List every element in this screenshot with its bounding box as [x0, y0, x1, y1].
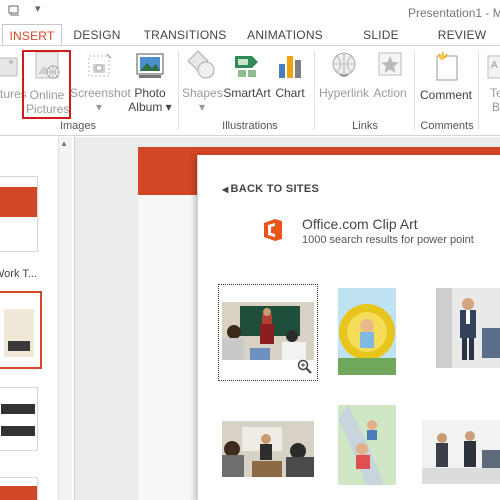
thumbnail-section-label: Work T... — [0, 268, 37, 280]
photo-album-button[interactable]: Photo Album ▾ — [127, 50, 173, 114]
chart-label: Chart — [275, 86, 305, 100]
hyperlink-label: Hyperlink — [318, 86, 369, 100]
window-title: Presentation1 - Mi — [408, 6, 500, 20]
smartart-button[interactable]: SmartArt — [222, 50, 272, 100]
photo-album-icon — [127, 50, 173, 83]
pictures-button[interactable]: ctures — [0, 50, 27, 101]
hyperlink-icon — [318, 50, 370, 83]
tab-design[interactable]: DESIGN — [68, 24, 126, 46]
quick-access-dropdown-icon[interactable]: ▾ — [35, 2, 41, 15]
zoom-magnifier-icon[interactable] — [297, 359, 313, 380]
shapes-icon — [182, 50, 222, 83]
slide-thumbnail[interactable] — [0, 477, 38, 500]
thumbnail-image — [1, 404, 35, 414]
thumbnail-title-bar — [0, 187, 37, 217]
action-button[interactable]: Action — [370, 50, 410, 100]
group-label-illustrations: Illustrations — [222, 120, 278, 132]
powerpoint-window: { "window": { "title": "Presentation1 - … — [0, 0, 500, 500]
tab-transitions[interactable]: TRANSITIONS — [140, 24, 230, 46]
svg-text:A: A — [491, 60, 498, 71]
clip-art-source-title: Office.com Clip Art — [302, 216, 418, 232]
action-label: Action — [373, 86, 407, 100]
photo-album-dropdown-icon[interactable]: ▾ — [166, 100, 172, 114]
comment-label: Comment — [419, 88, 472, 102]
chart-icon — [272, 50, 308, 83]
slide-thumbnail[interactable] — [0, 176, 38, 252]
text-box-icon: A — [486, 50, 500, 83]
thumbnail-scrollbar[interactable] — [58, 137, 72, 500]
action-star-icon — [370, 50, 410, 83]
ribbon-tabs: INSERT DESIGN TRANSITIONS ANIMATIONS SLI… — [0, 24, 500, 64]
thumbnail-image — [1, 426, 35, 436]
thumbnail-image — [8, 341, 30, 351]
hyperlink-button[interactable]: Hyperlink — [318, 50, 370, 100]
shapes-label: Shapes — [182, 86, 223, 100]
back-arrow-icon: ◀ — [222, 185, 229, 194]
group-label-images: Images — [59, 120, 97, 132]
comment-icon — [418, 50, 474, 85]
online-pictures-highlight — [22, 50, 71, 119]
clip-art-result-child-tube[interactable] — [338, 288, 396, 375]
group-separator — [414, 52, 415, 130]
group-separator — [178, 52, 179, 130]
screenshot-button[interactable]: Screenshot ▾ — [70, 50, 131, 114]
slide-thumbnail-selected[interactable] — [0, 291, 42, 369]
ribbon: ctures Online Pictures Screenshot ▾ Phot… — [0, 46, 500, 136]
slide-thumbnail[interactable] — [0, 387, 38, 451]
clip-art-result-slide[interactable] — [338, 405, 396, 485]
screenshot-dropdown-icon[interactable]: ▾ — [70, 100, 128, 114]
text-box-label-line1: Te — [490, 86, 500, 100]
smartart-icon — [222, 50, 272, 83]
tab-slide-show[interactable]: SLIDE SHOW — [344, 24, 418, 64]
tab-animations[interactable]: ANIMATIONS — [246, 24, 324, 46]
text-box-label-line2: B — [492, 100, 500, 114]
back-to-sites-label: BACK TO SITES — [230, 183, 320, 195]
shapes-dropdown-icon[interactable]: ▾ — [182, 100, 222, 114]
group-label-links: Links — [352, 120, 378, 132]
back-to-sites-link[interactable]: ◀ BACK TO SITES — [222, 183, 319, 195]
comment-button[interactable]: Comment — [418, 50, 474, 102]
clip-art-result-presenter[interactable] — [436, 288, 500, 368]
group-separator — [314, 52, 315, 130]
group-label-comments: Comments — [420, 120, 474, 132]
screenshot-icon — [70, 50, 128, 83]
screenshot-label: Screenshot — [70, 86, 131, 100]
photo-album-label-line1: Photo — [134, 86, 166, 100]
customize-toolbar-icon[interactable] — [8, 4, 22, 19]
thumbnail-title-bar — [0, 486, 37, 500]
title-bar: ▾ Presentation1 - Mi — [0, 0, 500, 24]
clip-art-result-business[interactable] — [422, 420, 500, 484]
group-separator — [478, 52, 479, 130]
tab-review[interactable]: REVIEW — [436, 24, 488, 46]
photo-album-label-line2: Album — [128, 100, 163, 114]
text-box-button[interactable]: A Te B — [484, 50, 500, 114]
chart-button[interactable]: Chart — [272, 50, 308, 100]
office-logo-icon — [262, 218, 284, 247]
pictures-label: ctures — [0, 87, 27, 101]
pictures-icon — [0, 50, 22, 81]
search-results-count: 1000 search results for power point — [302, 234, 474, 246]
tab-insert[interactable]: INSERT — [2, 24, 62, 46]
shapes-button[interactable]: Shapes ▾ — [182, 50, 223, 114]
clip-art-result-meeting[interactable] — [222, 421, 314, 477]
scroll-up-icon[interactable]: ▲ — [60, 139, 68, 148]
smartart-label: SmartArt — [223, 86, 271, 100]
